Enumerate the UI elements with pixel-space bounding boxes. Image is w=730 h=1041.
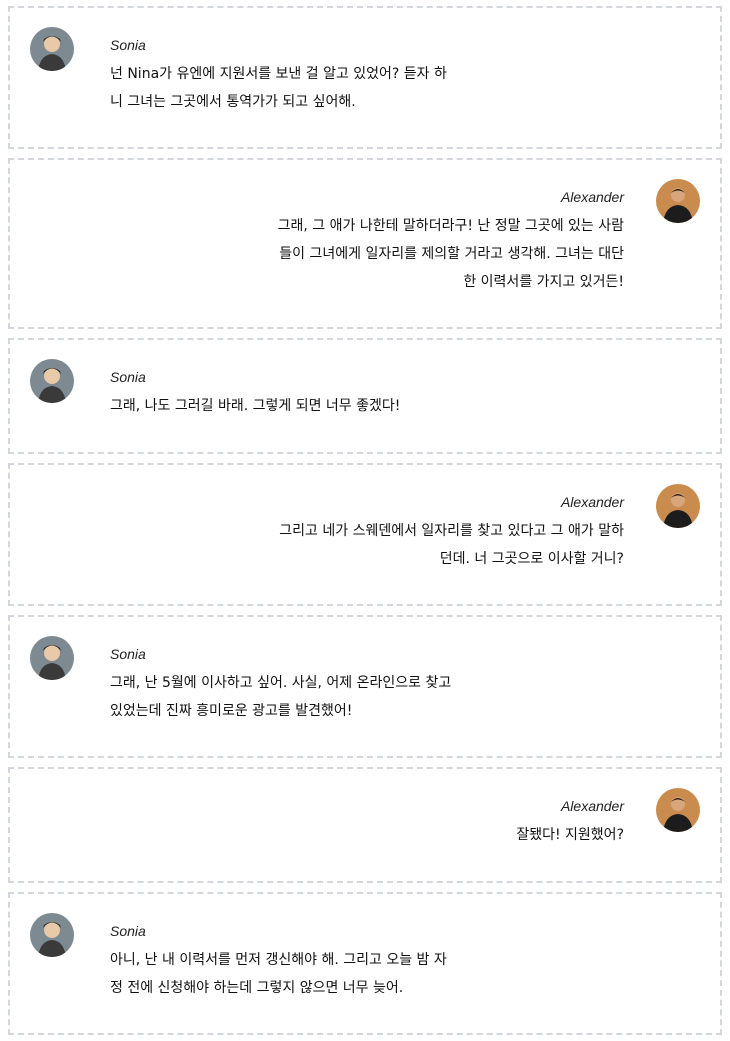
- speaker-name: Alexander: [560, 798, 624, 814]
- message-card: Alexander 그리고 네가 스웨덴에서 일자리를 찾고 있다고 그 애가 …: [8, 463, 722, 606]
- alexander-avatar-icon: [656, 179, 700, 223]
- message-text: 그래, 난 5월에 이사하고 싶어. 사실, 어제 온라인으로 찾고 있었는데 …: [110, 675, 452, 719]
- sonia-avatar-icon: [30, 636, 74, 680]
- message-text: 넌 Nina가 유엔에 지원서를 보낸 걸 알고 있었어? 듣자 하 니 그녀는…: [110, 66, 447, 110]
- alexander-avatar-icon: [656, 484, 700, 528]
- speaker-name: Alexander: [560, 189, 624, 205]
- message-card: Sonia 그래, 난 5월에 이사하고 싶어. 사실, 어제 온라인으로 찾고…: [8, 615, 722, 758]
- message-text: 잘됐다! 지원했어?: [516, 827, 624, 843]
- message-card: Sonia 그래, 나도 그러길 바래. 그렇게 되면 너무 좋겠다!: [8, 338, 722, 454]
- message-card: Sonia 아니, 난 내 이력서를 먼저 갱신해야 해. 그리고 오늘 밤 자…: [8, 892, 722, 1035]
- message-text: 아니, 난 내 이력서를 먼저 갱신해야 해. 그리고 오늘 밤 자 정 전에 …: [110, 952, 447, 996]
- speaker-name: Alexander: [560, 494, 624, 510]
- message-card: Alexander 그래, 그 애가 나한테 말하더라구! 난 정말 그곳에 있…: [8, 158, 722, 329]
- sonia-avatar-icon: [30, 27, 74, 71]
- message-card: Sonia 넌 Nina가 유엔에 지원서를 보낸 걸 알고 있었어? 듣자 하…: [8, 6, 722, 149]
- chat-transcript: Sonia 넌 Nina가 유엔에 지원서를 보낸 걸 알고 있었어? 듣자 하…: [0, 0, 730, 1041]
- speaker-name: Sonia: [110, 369, 146, 385]
- message-card: Alexander 잘됐다! 지원했어?: [8, 767, 722, 883]
- message-text: 그래, 그 애가 나한테 말하더라구! 난 정말 그곳에 있는 사람 들이 그녀…: [277, 218, 624, 290]
- message-text: 그리고 네가 스웨덴에서 일자리를 찾고 있다고 그 애가 말하 던데. 너 그…: [279, 523, 624, 567]
- message-text: 그래, 나도 그러길 바래. 그렇게 되면 너무 좋겠다!: [110, 398, 401, 414]
- sonia-avatar-icon: [30, 913, 74, 957]
- speaker-name: Sonia: [110, 646, 146, 662]
- sonia-avatar-icon: [30, 359, 74, 403]
- speaker-name: Sonia: [110, 923, 146, 939]
- speaker-name: Sonia: [110, 37, 146, 53]
- alexander-avatar-icon: [656, 788, 700, 832]
